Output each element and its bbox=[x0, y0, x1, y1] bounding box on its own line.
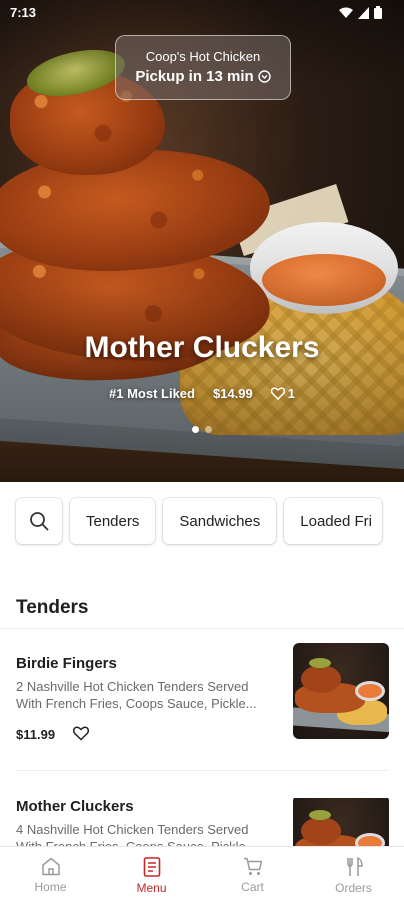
menu-item-name: Mother Cluckers bbox=[16, 798, 134, 815]
carousel-dots bbox=[0, 426, 404, 433]
menu-item-image[interactable] bbox=[293, 643, 389, 739]
nav-orders-label: Orders bbox=[335, 881, 372, 895]
pickup-eta: Pickup in 13 min bbox=[135, 68, 254, 85]
carousel-dot[interactable] bbox=[192, 426, 199, 433]
category-bar[interactable]: Tenders Sandwiches Loaded Fri bbox=[0, 490, 404, 556]
menu-item[interactable]: Mother Cluckers 4 Nashville Hot Chicken … bbox=[0, 798, 404, 846]
thumb-sauce bbox=[355, 681, 385, 701]
menu-item-name: Birdie Fingers bbox=[16, 655, 117, 672]
nav-cart-label: Cart bbox=[241, 880, 264, 894]
signal-icon bbox=[358, 6, 369, 19]
wifi-icon bbox=[339, 7, 353, 18]
hero-price: $14.99 bbox=[212, 386, 253, 401]
nav-home-label: Home bbox=[34, 880, 67, 894]
status-bar: 7:13 bbox=[0, 0, 404, 26]
menu-book-icon bbox=[143, 857, 160, 877]
hero-title: Mother Cluckers bbox=[84, 331, 320, 364]
thumb-pickle bbox=[309, 658, 331, 668]
store-name: Coop's Hot Chicken bbox=[145, 49, 261, 64]
pickup-eta-row: Pickup in 13 min bbox=[116, 68, 290, 85]
category-chip-list: Tenders Sandwiches Loaded Fri bbox=[16, 498, 383, 544]
nav-menu[interactable]: Menu bbox=[101, 847, 202, 900]
thumb-pickle bbox=[309, 810, 331, 820]
nav-cart[interactable]: Cart bbox=[202, 847, 303, 900]
heart-icon bbox=[270, 387, 285, 400]
status-time: 7:13 bbox=[10, 5, 37, 20]
menu-item-image[interactable] bbox=[293, 798, 389, 846]
menu-item-description: 4 Nashville Hot Chicken Tenders Served W… bbox=[16, 822, 257, 846]
hero-like-count: 1 bbox=[287, 386, 295, 401]
favorite-heart-icon[interactable] bbox=[73, 726, 89, 741]
thumb-chicken bbox=[301, 817, 341, 845]
menu-item[interactable]: Birdie Fingers 2 Nashville Hot Chicken T… bbox=[0, 643, 404, 780]
bottom-navigation: Home Menu Cart Orders bbox=[0, 846, 404, 900]
thumb-chicken bbox=[301, 665, 341, 693]
hero-meta: #1 Most Liked $14.99 1 bbox=[0, 386, 404, 401]
thumb-sauce bbox=[355, 833, 385, 846]
nav-home[interactable]: Home bbox=[0, 847, 101, 900]
item-divider bbox=[16, 770, 388, 771]
nav-orders[interactable]: Orders bbox=[303, 847, 404, 900]
nav-menu-label: Menu bbox=[136, 881, 167, 895]
section-divider bbox=[0, 628, 404, 629]
menu-item-price: $11.99 bbox=[16, 727, 56, 742]
carousel-dot[interactable] bbox=[205, 426, 212, 433]
status-icons bbox=[339, 6, 382, 19]
battery-icon bbox=[374, 6, 382, 19]
hero-likes[interactable]: 1 bbox=[270, 386, 295, 401]
search-icon bbox=[30, 512, 49, 531]
cart-icon bbox=[243, 857, 262, 875]
home-icon bbox=[41, 857, 60, 876]
section-title: Tenders bbox=[16, 597, 89, 618]
utensils-icon bbox=[346, 857, 363, 876]
category-chip-loaded-fries[interactable]: Loaded Fri bbox=[284, 498, 383, 544]
hero-badge: #1 Most Liked bbox=[109, 386, 195, 401]
category-search-button[interactable] bbox=[16, 498, 62, 544]
category-chip-tenders[interactable]: Tenders bbox=[70, 498, 156, 544]
menu-item-description: 2 Nashville Hot Chicken Tenders Served W… bbox=[16, 679, 257, 711]
chevron-down-circle-icon bbox=[257, 70, 271, 83]
pickup-selector[interactable]: Coop's Hot Chicken Pickup in 13 min bbox=[115, 35, 291, 100]
category-chip-sandwiches[interactable]: Sandwiches bbox=[163, 498, 277, 544]
